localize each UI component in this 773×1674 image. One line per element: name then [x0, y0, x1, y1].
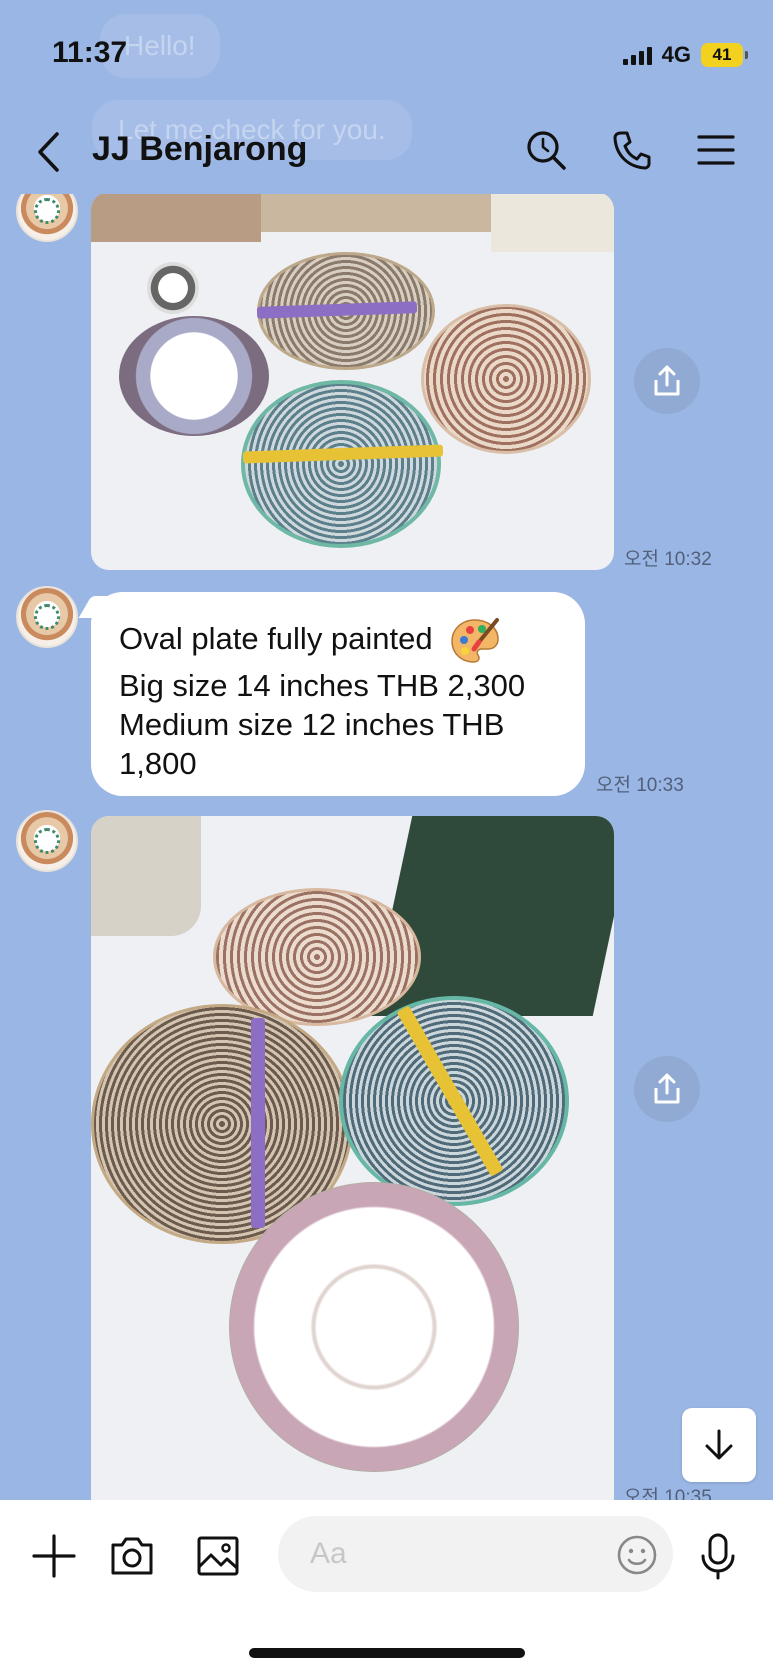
message-line: Oval plate fully painted — [119, 616, 557, 666]
message-bubble[interactable]: Oval plate fully painted Big size 14 inc… — [91, 592, 585, 796]
avatar[interactable] — [16, 810, 78, 872]
back-icon — [38, 132, 59, 172]
message-text: Big size 14 inches THB 2,300 — [119, 668, 526, 703]
call-button[interactable] — [604, 122, 660, 178]
status-bar: Hello! Let me check for you. 11:37 4G 41 — [0, 0, 773, 160]
phone-icon — [613, 131, 651, 170]
message-time: 오전 10:33 — [596, 775, 684, 796]
chat-header: JJ Benjarong — [0, 110, 773, 194]
message-photo[interactable] — [91, 194, 614, 570]
signal-icon — [622, 45, 652, 65]
arrow-down-icon — [705, 1429, 733, 1460]
image-icon — [197, 1536, 239, 1576]
message-text: Oval plate fully painted — [119, 621, 433, 657]
message-photo[interactable] — [91, 816, 614, 1500]
avatar[interactable] — [16, 194, 78, 242]
back-button[interactable] — [28, 124, 68, 180]
chat-title: JJ Benjarong — [92, 130, 308, 168]
menu-icon — [697, 135, 735, 165]
search-button[interactable] — [518, 122, 574, 178]
palette-emoji-icon — [451, 618, 500, 663]
status-time: 11:37 — [52, 36, 128, 69]
emoji-icon — [617, 1535, 657, 1575]
message-text: 1,800 — [119, 746, 197, 781]
battery-level: 41 — [712, 45, 732, 64]
share-icon — [654, 365, 680, 396]
message-time: 오전 10:32 — [624, 549, 712, 570]
share-button[interactable] — [634, 348, 700, 414]
avatar[interactable] — [16, 586, 78, 648]
message-text: Medium size 12 inches THB — [119, 707, 505, 742]
microphone-icon — [701, 1533, 735, 1580]
chat-area[interactable]: 오전 10:32 Oval plate fully painted Big si… — [0, 194, 773, 1500]
plus-icon — [32, 1534, 76, 1578]
scroll-to-bottom-button[interactable] — [682, 1408, 756, 1482]
share-icon — [654, 1073, 680, 1104]
camera-icon — [111, 1537, 153, 1575]
share-button[interactable] — [634, 1056, 700, 1122]
status-indicators: 4G 41 — [622, 42, 748, 68]
home-indicator[interactable] — [249, 1648, 525, 1658]
battery-icon: 41 — [701, 43, 748, 67]
message-time: 오전 10:35 — [624, 1487, 712, 1500]
network-label: 4G — [661, 42, 691, 67]
emoji-button[interactable] — [614, 1532, 660, 1578]
gallery-button[interactable] — [190, 1528, 246, 1584]
microphone-button[interactable] — [690, 1528, 746, 1584]
add-button[interactable] — [26, 1528, 82, 1584]
camera-button[interactable] — [104, 1528, 160, 1584]
search-icon — [527, 131, 566, 170]
menu-button[interactable] — [688, 122, 744, 178]
message-input-bar — [0, 1500, 773, 1674]
